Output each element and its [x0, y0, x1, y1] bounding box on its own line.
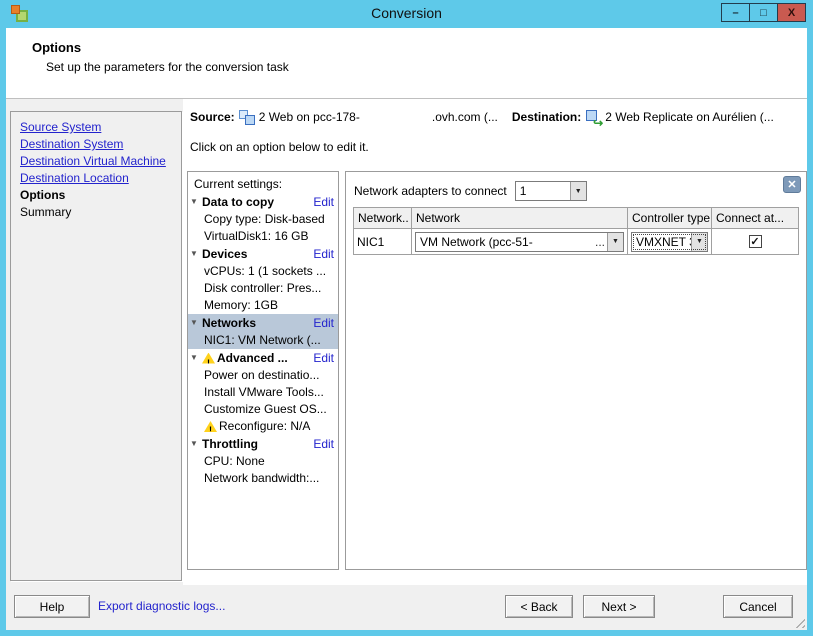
sidebar-item-destination-virtual-machine[interactable]: Destination Virtual Machine [20, 153, 172, 170]
window-body: Options Set up the parameters for the co… [6, 28, 807, 630]
setting-copy-type[interactable]: Copy type: Disk-based [188, 211, 338, 228]
cancel-button[interactable]: Cancel [723, 595, 793, 618]
page-subtitle: Set up the parameters for the conversion… [46, 60, 289, 74]
setting-install-tools[interactable]: Install VMware Tools... [188, 384, 338, 401]
setting-disk-controller[interactable]: Disk controller: Pres... [188, 280, 338, 297]
destination-label: Destination: [512, 110, 581, 124]
window-title: Conversion [0, 5, 813, 21]
edit-hint: Click on an option below to edit it. [190, 140, 369, 154]
current-settings-panel: Current settings: ▼ Data to copy Edit Co… [187, 171, 339, 570]
setting-virtualdisk1[interactable]: VirtualDisk1: 16 GB [188, 228, 338, 245]
setting-reconfigure[interactable]: Reconfigure: N/A [188, 418, 338, 435]
panel-close-icon: ✕ [787, 178, 796, 191]
network-adapters-panel: Network adapters to connect 1 ▼ ✕ Networ… [345, 171, 807, 570]
back-button[interactable]: < Back [505, 595, 573, 618]
collapse-arrow-icon[interactable]: ▼ [190, 193, 202, 211]
edit-devices-link[interactable]: Edit [313, 245, 334, 263]
settings-section-devices[interactable]: ▼ Devices Edit [188, 245, 338, 263]
collapse-arrow-icon[interactable]: ▼ [190, 245, 202, 263]
settings-section-advanced[interactable]: ▼ Advanced ... Edit [188, 349, 338, 367]
sidebar-item-destination-location[interactable]: Destination Location [20, 170, 172, 187]
minimize-icon: – [732, 7, 738, 19]
wizard-header: Options Set up the parameters for the co… [6, 28, 807, 99]
warning-icon [202, 353, 215, 364]
adapter-count-label: Network adapters to connect [354, 184, 507, 198]
sidebar-item-source-system[interactable]: Source System [20, 119, 172, 136]
setting-vcpus[interactable]: vCPUs: 1 (1 sockets ... [188, 263, 338, 280]
destination-value: 2 Web Replicate on Aurélien (... [605, 110, 774, 124]
col-header-network-short: Network.. [354, 208, 412, 229]
destination-vm-icon: ↪ [585, 110, 601, 125]
network-adapters-table: Network.. Network Controller type Connec… [353, 207, 799, 255]
source-label: Source: [190, 110, 235, 124]
table-header-row: Network.. Network Controller type Connec… [354, 208, 798, 229]
collapse-arrow-icon[interactable]: ▼ [190, 435, 202, 453]
setting-memory[interactable]: Memory: 1GB [188, 297, 338, 314]
cell-nic-name: NIC1 [354, 229, 412, 255]
settings-section-throttling[interactable]: ▼ Throttling Edit [188, 435, 338, 453]
next-button[interactable]: Next > [583, 595, 655, 618]
col-header-network: Network [412, 208, 628, 229]
titlebar: Conversion – □ X [0, 0, 813, 28]
setting-power-on[interactable]: Power on destinatio... [188, 367, 338, 384]
collapse-arrow-icon[interactable]: ▼ [190, 349, 202, 367]
maximize-icon: □ [760, 7, 767, 19]
col-header-connect-at: Connect at... [712, 208, 798, 229]
source-value-suffix: .ovh.com (... [432, 110, 498, 124]
wizard-steps-sidebar: Source System Destination System Destina… [10, 111, 182, 581]
sidebar-item-summary[interactable]: Summary [20, 204, 172, 221]
current-settings-title: Current settings: [188, 176, 338, 193]
settings-section-data-to-copy[interactable]: ▼ Data to copy Edit [188, 193, 338, 211]
network-select[interactable]: VM Network (pcc-51- ... ▼ [415, 232, 624, 252]
close-icon: X [788, 7, 795, 19]
edit-advanced-link[interactable]: Edit [313, 349, 334, 367]
panel-close-button[interactable]: ✕ [783, 176, 801, 193]
source-vm-icon [239, 110, 255, 125]
chevron-down-icon[interactable]: ▼ [570, 182, 586, 200]
close-button[interactable]: X [777, 3, 806, 22]
controller-type-select[interactable]: VMXNET 3 ▼ [631, 232, 708, 252]
minimize-button[interactable]: – [721, 3, 750, 22]
chevron-down-icon[interactable]: ▼ [607, 233, 623, 251]
source-value-prefix: 2 Web on pcc-178- [259, 110, 360, 124]
conversion-window: Conversion – □ X Options Set up the para… [0, 0, 813, 636]
page-title: Options [32, 40, 81, 55]
chevron-down-icon[interactable]: ▼ [691, 233, 707, 251]
adapter-count-select[interactable]: 1 ▼ [515, 181, 587, 201]
table-row: NIC1 VM Network (pcc-51- ... ▼ VMXNET 3 … [354, 229, 798, 255]
footer-bar: Help Export diagnostic logs... < Back Ne… [6, 585, 807, 630]
resize-grip[interactable] [792, 615, 805, 628]
edit-throttling-link[interactable]: Edit [313, 435, 334, 453]
setting-cpu[interactable]: CPU: None [188, 453, 338, 470]
sidebar-item-options[interactable]: Options [20, 187, 172, 204]
collapse-arrow-icon[interactable]: ▼ [190, 314, 202, 332]
edit-networks-link[interactable]: Edit [313, 314, 334, 332]
edit-data-to-copy-link[interactable]: Edit [313, 193, 334, 211]
maximize-button[interactable]: □ [749, 3, 778, 22]
sidebar-item-destination-system[interactable]: Destination System [20, 136, 172, 153]
help-button[interactable]: Help [14, 595, 90, 618]
setting-customize-os[interactable]: Customize Guest OS... [188, 401, 338, 418]
setting-nic1[interactable]: NIC1: VM Network (... [188, 332, 338, 349]
source-destination-bar: Source: 2 Web on pcc-178- .ovh.com (... … [190, 108, 774, 126]
settings-section-networks[interactable]: ▼ Networks Edit [188, 314, 338, 332]
warning-icon [204, 421, 217, 432]
export-diagnostic-logs-link[interactable]: Export diagnostic logs... [98, 599, 225, 613]
setting-network-bandwidth[interactable]: Network bandwidth:... [188, 470, 338, 487]
checkmark-icon: ✓ [750, 235, 759, 248]
col-header-controller-type: Controller type [628, 208, 712, 229]
connect-at-power-on-checkbox[interactable]: ✓ [749, 235, 762, 248]
